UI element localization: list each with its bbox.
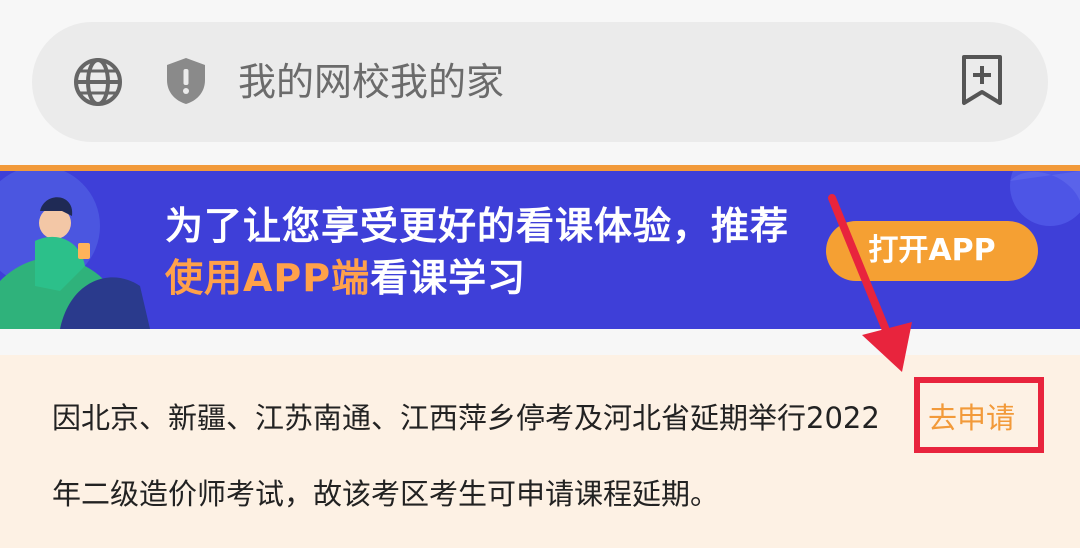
annotation-highlight-box [914, 377, 1044, 453]
notice-text-line2: 年二级造价师考试，故该考区考生可申请课程延期。 [52, 477, 720, 511]
banner-subline-highlight: 使用APP端 [165, 256, 371, 300]
open-app-button[interactable]: 打开APP [826, 221, 1038, 281]
banner-headline: 为了让您享受更好的看课体验，推荐 [165, 204, 790, 248]
app-promo-banner[interactable]: 为了让您享受更好的看课体验，推荐 使用APP端看课学习 打开APP [0, 171, 1080, 329]
notice-text-line1: 因北京、新疆、江苏南通、江西萍乡停考及河北省延期举行2022 [52, 401, 880, 435]
globe-icon[interactable] [72, 56, 124, 108]
url-text[interactable]: 我的网校我的家 [238, 58, 504, 106]
bookmark-add-icon[interactable] [960, 54, 1004, 106]
banner-subline-rest: 看课学习 [370, 256, 527, 300]
browser-toolbar: 我的网校我的家 [0, 0, 1080, 165]
banner-subline: 使用APP端看课学习 [165, 255, 526, 301]
shield-icon[interactable] [164, 56, 208, 106]
